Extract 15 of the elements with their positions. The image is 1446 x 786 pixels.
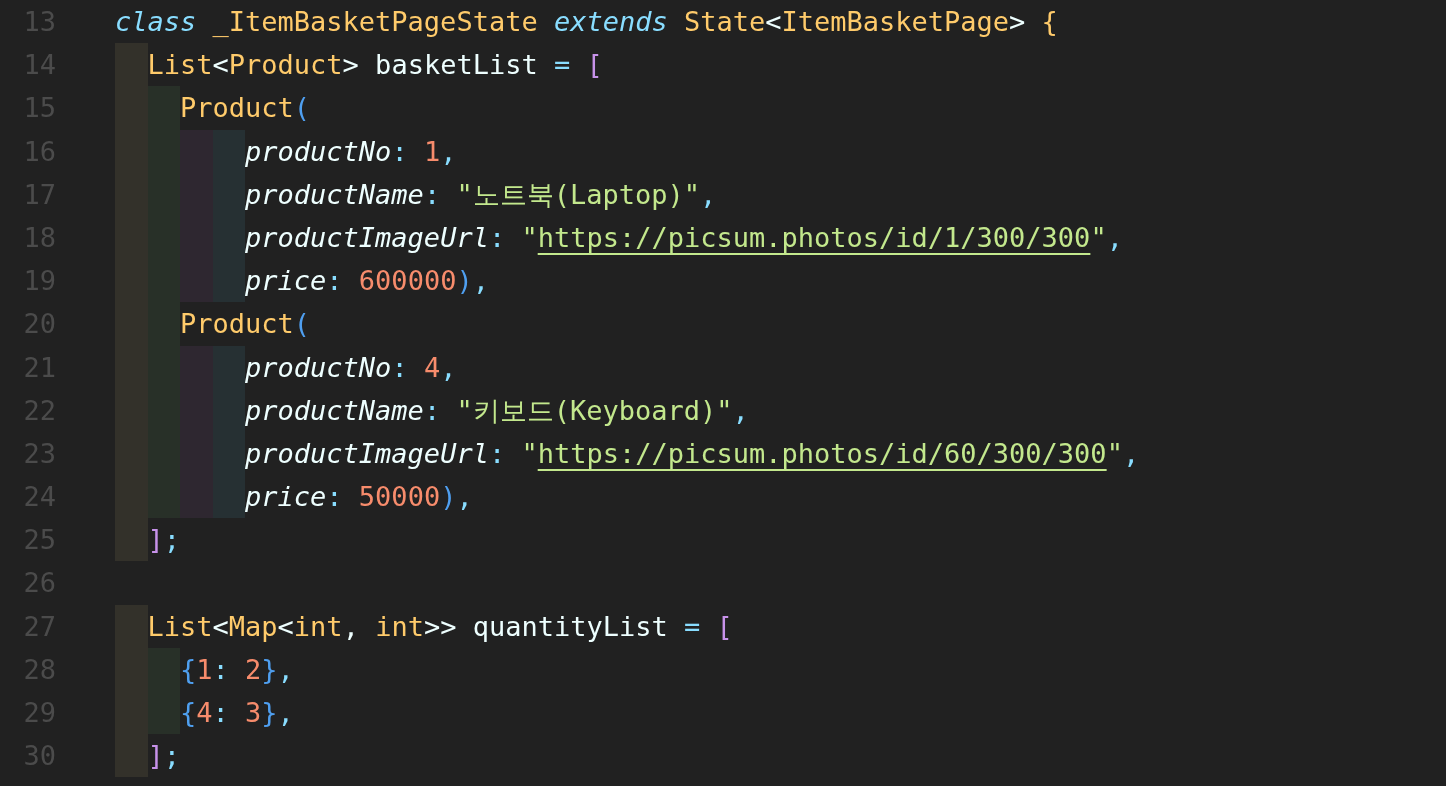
- code-line: List<Product> basketList = [: [115, 43, 603, 87]
- code-line: productNo: 4,: [115, 345, 457, 389]
- code-line: productImageUrl: "https://picsum.photos/id/60/300/300",: [115, 431, 1140, 476]
- code-line: productName: "키보드(Keyboard)",: [115, 388, 749, 432]
- code-line: Product(: [115, 302, 311, 346]
- code-line: List<Map<int, int>> quantityList = [: [115, 604, 733, 648]
- code-line: price: 600000),: [115, 259, 489, 303]
- code-line: class _ItemBasketPageState extends State<ItemBasketPage> {: [115, 5, 1058, 39]
- code-line: {4: 3},: [115, 691, 294, 735]
- code-line: productNo: 1,: [115, 129, 457, 173]
- code-line: {1: 2},: [115, 647, 294, 691]
- code-line: Product(: [115, 86, 311, 130]
- code-line: productImageUrl: "https://picsum.photos/id/1/300/300",: [115, 215, 1123, 260]
- code-line: price: 50000),: [115, 475, 473, 519]
- code-line: productName: "노트북(Laptop)",: [115, 172, 717, 216]
